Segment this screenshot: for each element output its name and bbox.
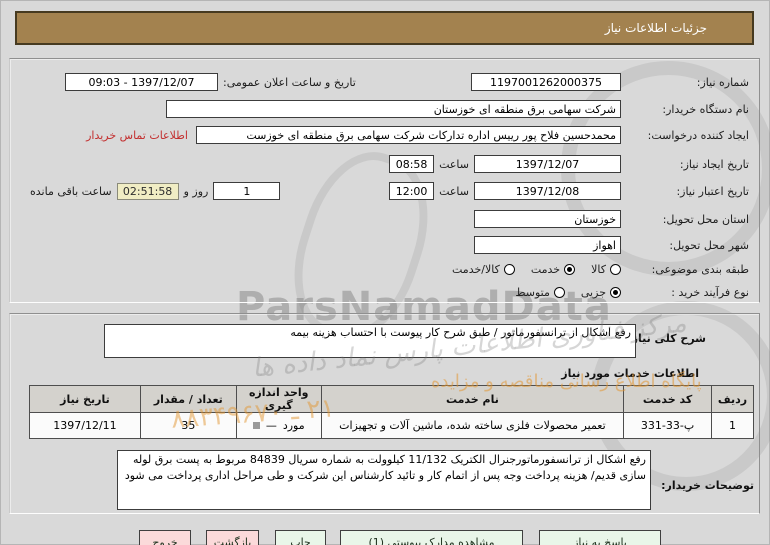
request-creator-label: ایجاد کننده درخواست: [647, 128, 749, 142]
cell-need-date: 1397/12/11 [29, 412, 141, 439]
create-date-field[interactable]: 1397/12/07 [474, 155, 621, 173]
general-description-field[interactable]: رفع اشکال از ترانسفورماتور / طبق شرح کار… [104, 324, 636, 358]
classification-radio-group: کالا خدمت کالا/خدمت [436, 263, 621, 276]
cell-unit: مورد — [235, 412, 322, 439]
row-process-type: نوع فرآیند خرید : جزیی متوسط [10, 282, 759, 302]
services-table-header-row: ردیف کد خدمت نام خدمت واحد اندازه گیری ت… [29, 385, 754, 413]
city-label: شهر محل تحویل: [669, 238, 749, 252]
buyer-notes-label: توضیحات خریدار: [661, 479, 754, 492]
row-city: شهر محل تحویل: اهواز [10, 235, 759, 255]
expiry-time-field[interactable]: 12:00 [389, 182, 435, 200]
row-province: استان محل تحویل: خوزستان [10, 209, 759, 229]
cell-name: تعمیر محصولات فلزی ساخته شده، ماشین آلات… [320, 412, 625, 439]
page-title-bar: جزئیات اطلاعات نیاز [15, 11, 754, 45]
back-button[interactable]: بازگشت [206, 530, 259, 545]
radio-icon[interactable] [610, 286, 621, 298]
cell-row-no: 1 [711, 412, 754, 439]
radio-option-label: خدمت [530, 262, 561, 276]
cell-quantity: 35 [139, 412, 237, 439]
radio-icon[interactable] [610, 263, 621, 275]
create-date-label: تاریخ ایجاد نیاز: [679, 157, 749, 171]
need-details-page: { "page_title": "جزئیات اطلاعات نیاز", "… [0, 0, 770, 545]
respond-to-need-button[interactable]: پاسخ به نیاز [539, 530, 661, 545]
unit-value: مورد [282, 419, 305, 432]
radio-icon[interactable] [564, 263, 576, 275]
general-description-label: شرح کلی نیاز: [627, 332, 706, 345]
remaining-days-label: روز و [183, 184, 209, 198]
table-row[interactable]: 1 پ-33-331 تعمیر محصولات فلزی ساخته شده،… [29, 412, 754, 439]
radio-icon[interactable] [553, 286, 565, 298]
need-info-panel: شماره نیاز: 1197001262000375 تاریخ و ساع… [9, 58, 760, 303]
row-expiry-date: تاریخ اعتبار نیاز: 1397/12/08 ساعت 12:00… [10, 181, 759, 201]
remaining-suffix-label: ساعت باقی مانده [30, 184, 112, 198]
remaining-days-field[interactable]: 1 [213, 182, 281, 200]
radio-option-label: کالا [591, 262, 606, 276]
row-buyer-org: نام دستگاه خریدار: شرکت سهامی برق منطقه … [10, 99, 759, 119]
cell-code: پ-33-331 [623, 412, 713, 439]
buyer-notes-field[interactable]: رفع اشکال از ترانسفورماتورجنرال الکتریک … [117, 450, 651, 510]
need-number-field[interactable]: 1197001262000375 [471, 73, 621, 91]
create-time-label: ساعت [439, 157, 469, 171]
need-number-label: شماره نیاز: [696, 75, 749, 89]
request-creator-field[interactable]: محمدحسین فلاح پور رییس اداره تدارکات شرک… [196, 126, 621, 144]
row-request-creator: ایجاد کننده درخواست: محمدحسین فلاح پور ر… [10, 125, 759, 145]
buyer-contact-link[interactable]: اطلاعات تماس خریدار [86, 129, 188, 142]
view-attached-docs-button[interactable]: مشاهده مدارک پیوستی (1) [340, 530, 523, 545]
radio-option-service[interactable]: خدمت [530, 262, 576, 276]
buyer-org-field[interactable]: شرکت سهامی برق منطقه ای خوزستان [166, 100, 621, 118]
need-detail-panel: شرح کلی نیاز: رفع اشکال از ترانسفورماتور… [9, 313, 760, 514]
col-header-row-no: ردیف [711, 385, 754, 413]
radio-option-goods[interactable]: کالا [591, 263, 621, 276]
city-field[interactable]: اهواز [474, 236, 621, 254]
process-type-label: نوع فرآیند خرید : [671, 285, 749, 299]
row-create-date: تاریخ ایجاد نیاز: 1397/12/07 ساعت 08:58 [10, 154, 759, 174]
row-need-number: شماره نیاز: 1197001262000375 تاریخ و ساع… [10, 72, 759, 92]
radio-icon[interactable] [503, 263, 515, 275]
remaining-countdown: 02:51:58 [116, 182, 179, 200]
col-header-code: کد خدمت [623, 385, 713, 413]
process-type-radio-group: جزیی متوسط [499, 286, 621, 299]
buyer-org-label: نام دستگاه خریدار: [662, 102, 749, 116]
radio-option-label: جزیی [580, 285, 606, 299]
radio-option-medium[interactable]: متوسط [515, 286, 565, 299]
col-header-need-date: تاریخ نیاز [29, 385, 141, 413]
classification-label: طبقه بندی موضوعی: [651, 262, 749, 276]
col-header-unit: واحد اندازه گیری [235, 385, 322, 413]
expiry-time-label: ساعت [439, 184, 469, 198]
unit-marker-icon [252, 422, 260, 429]
services-section-title: اطلاعات خدمات مورد نیاز [561, 367, 699, 380]
province-label: استان محل تحویل: [662, 212, 749, 226]
dash-decoration: — [265, 419, 277, 432]
expiry-date-field[interactable]: 1397/12/08 [474, 182, 621, 200]
announce-datetime-field[interactable]: 09:03 - 1397/12/07 [65, 73, 218, 91]
radio-option-goods-service[interactable]: کالا/خدمت [452, 263, 515, 276]
print-button[interactable]: چاپ [275, 530, 326, 545]
row-classification: طبقه بندی موضوعی: کالا خدمت کالا/خدمت [10, 259, 759, 279]
exit-button[interactable]: خروج [139, 530, 191, 545]
col-header-quantity: تعداد / مقدار [139, 385, 237, 413]
announce-datetime-label: تاریخ و ساعت اعلان عمومی: [223, 75, 356, 89]
radio-option-label: متوسط [515, 285, 550, 299]
expiry-date-label: تاریخ اعتبار نیاز: [676, 184, 749, 198]
services-table: ردیف کد خدمت نام خدمت واحد اندازه گیری ت… [29, 385, 754, 439]
radio-option-label: کالا/خدمت [452, 262, 500, 276]
page-title: جزئیات اطلاعات نیاز [604, 21, 707, 35]
radio-option-partial[interactable]: جزیی [581, 286, 621, 299]
col-header-name: نام خدمت [320, 385, 625, 413]
create-time-field[interactable]: 08:58 [389, 155, 435, 173]
province-field[interactable]: خوزستان [474, 210, 621, 228]
